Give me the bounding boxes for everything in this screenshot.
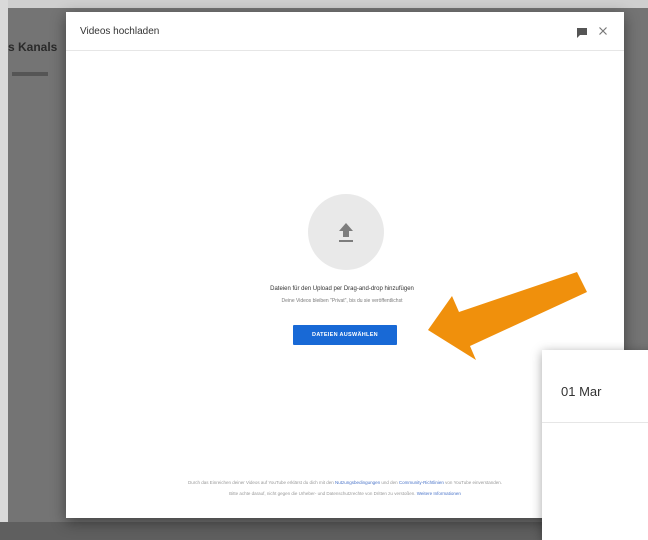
upload-dropzone[interactable] <box>308 194 384 270</box>
close-icon[interactable] <box>596 24 610 38</box>
header-divider <box>66 50 624 51</box>
footer-terms-line: Durch das Einreichen deiner Videos auf Y… <box>86 480 604 485</box>
background-channel-title: s Kanals <box>8 40 58 54</box>
footer-text: von YouTube einverstanden. <box>443 480 503 485</box>
popup-title: 01 Mar <box>561 384 602 399</box>
background-sub-text <box>12 72 48 76</box>
footer-text: Bitte achte darauf, nicht gegen die Urhe… <box>229 491 417 496</box>
guidelines-link[interactable]: Community-Richtlinien <box>399 480 444 485</box>
more-info-link[interactable]: Weitere Informationen <box>417 491 461 496</box>
upload-arrow-icon <box>339 223 353 242</box>
terms-link[interactable]: Nutzungsbedingungen <box>335 480 380 485</box>
annotation-arrow-icon <box>428 272 587 360</box>
footer-text: Durch das Einreichen deiner Videos auf Y… <box>187 480 336 485</box>
date-popup: 01 Mar <box>542 350 648 540</box>
upload-dialog: Videos hochladen Dateien für den Upload … <box>66 12 624 518</box>
feedback-icon[interactable] <box>576 26 588 38</box>
footer-text: und den <box>380 480 399 485</box>
window-frame-left <box>0 0 8 522</box>
dialog-title: Videos hochladen <box>80 26 160 37</box>
select-files-button[interactable]: DATEIEN AUSWÄHLEN <box>293 325 397 345</box>
footer-rights-line: Bitte achte darauf, nicht gegen die Urhe… <box>86 491 604 496</box>
popup-divider <box>542 422 648 423</box>
window-frame-top <box>0 0 648 8</box>
